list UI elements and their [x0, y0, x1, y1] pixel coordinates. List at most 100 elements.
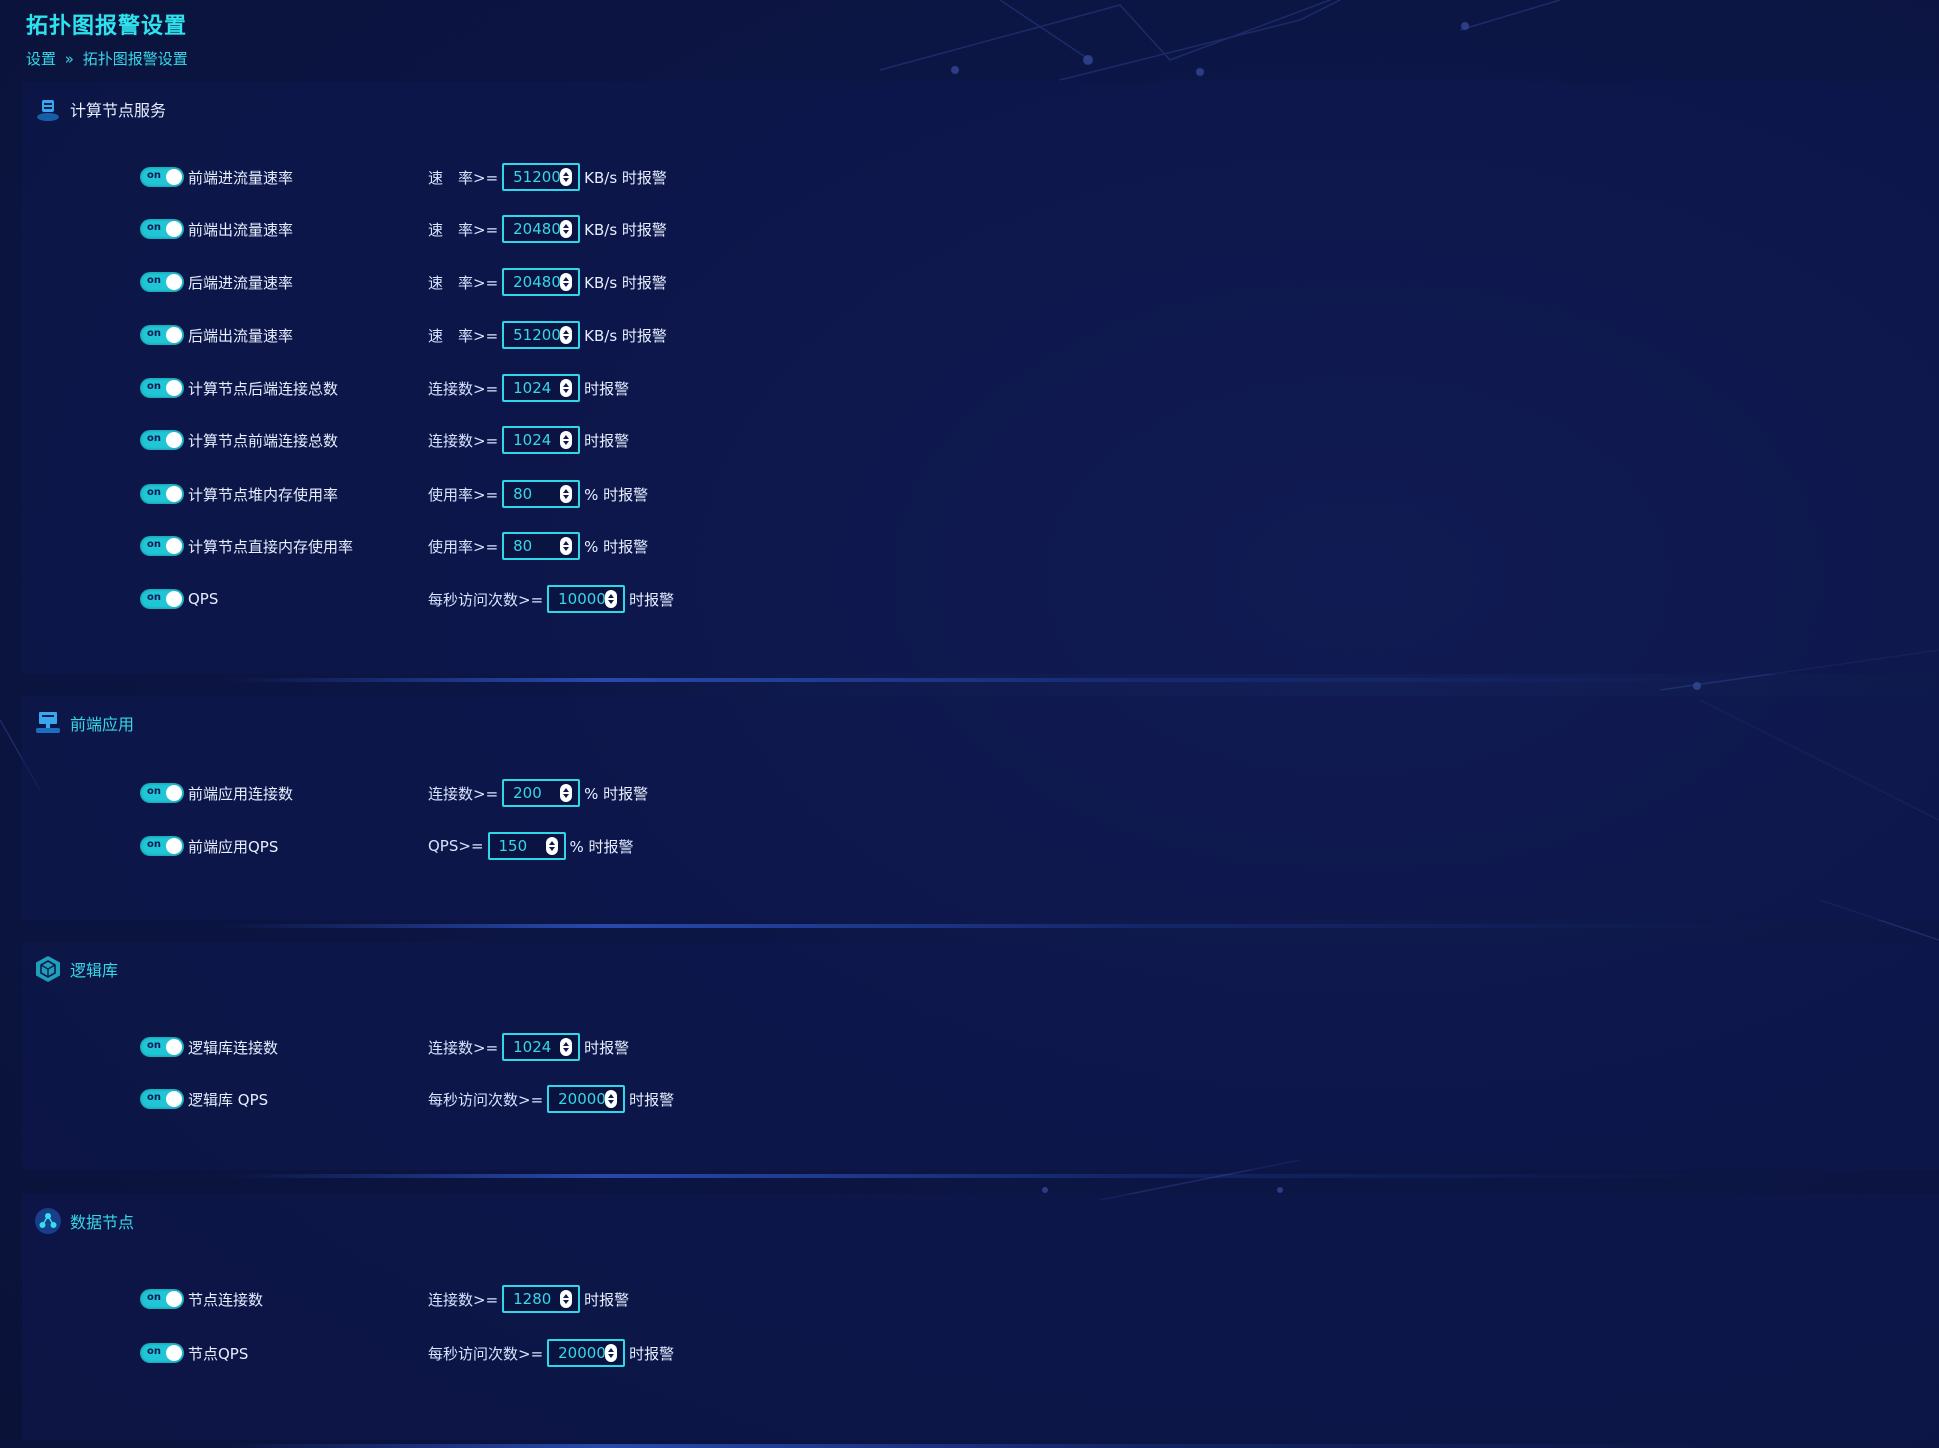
threshold-input[interactable]: 1024 [502, 426, 581, 454]
section-title: 前端应用 [70, 715, 135, 734]
unit-suffix: KB/s 时报警 [584, 168, 667, 187]
spinner-icon[interactable] [560, 485, 573, 503]
alarm-toggle[interactable]: on [140, 272, 184, 292]
section-header: 数据节点 [34, 1206, 134, 1236]
alarm-toggle[interactable]: on [140, 484, 184, 504]
threshold-input[interactable]: 80 [502, 532, 581, 560]
spinner-icon[interactable] [560, 537, 573, 555]
alarm-toggle[interactable]: on [140, 1037, 184, 1057]
unit-suffix: KB/s 时报警 [584, 220, 667, 239]
alarm-toggle[interactable]: on [140, 430, 184, 450]
alarm-toggle[interactable]: on [140, 1289, 184, 1309]
alarm-row-logical-db-qps: on 逻辑库 QPS 每秒访问次数>= 20000 时报警 [140, 1084, 1040, 1114]
threshold-input[interactable]: 1280 [502, 1285, 581, 1313]
spinner-icon[interactable] [605, 590, 618, 608]
row-label: 节点连接数 [188, 1290, 264, 1309]
threshold-input[interactable]: 80 [502, 480, 581, 508]
condition-label: 连接数>= [428, 784, 499, 803]
row-label: 计算节点堆内存使用率 [188, 485, 339, 504]
alarm-row-frontend-app-connections: on 前端应用连接数 连接数>= 200 % 时报警 [140, 778, 1040, 808]
unit-suffix: % 时报警 [584, 784, 649, 803]
alarm-row-node-connections: on 节点连接数 连接数>= 1280 时报警 [140, 1284, 1040, 1314]
breadcrumb-current: 拓扑图报警设置 [82, 50, 188, 68]
row-label: 前端进流量速率 [188, 168, 294, 187]
spinner-icon[interactable] [545, 837, 558, 855]
alarm-row-heap-memory: on 计算节点堆内存使用率 使用率>= 80 % 时报警 [140, 479, 1040, 509]
alarm-row-qps: on QPS 每秒访问次数>= 10000 时报警 [140, 584, 1040, 614]
alarm-row-frontend-connections: on 计算节点前端连接总数 连接数>= 1024 时报警 [140, 425, 1040, 455]
row-label: 计算节点后端连接总数 [188, 379, 339, 398]
server-icon [34, 95, 62, 123]
alarm-toggle[interactable]: on [140, 378, 184, 398]
unit-suffix: 时报警 [584, 1290, 630, 1309]
alarm-row-frontend-out-rate: on 前端出流量速率 速 率>= 20480 KB/s 时报警 [140, 214, 1040, 244]
condition-label: 每秒访问次数>= [428, 1090, 544, 1109]
alarm-toggle[interactable]: on [140, 325, 184, 345]
condition-label: 速 率>= [428, 220, 499, 239]
alarm-toggle[interactable]: on [140, 836, 184, 856]
spinner-icon[interactable] [605, 1344, 618, 1362]
unit-suffix: % 时报警 [569, 837, 634, 856]
row-label: 前端出流量速率 [188, 220, 294, 239]
row-label: 节点QPS [188, 1344, 249, 1363]
threshold-input[interactable]: 20480 [502, 215, 581, 243]
condition-label: 使用率>= [428, 537, 499, 556]
row-label: 逻辑库连接数 [188, 1038, 279, 1057]
threshold-input[interactable]: 1024 [502, 1033, 581, 1061]
alarm-toggle[interactable]: on [140, 589, 184, 609]
spinner-icon[interactable] [605, 1090, 618, 1108]
threshold-input[interactable]: 150 [487, 832, 566, 860]
unit-suffix: KB/s 时报警 [584, 326, 667, 345]
threshold-input[interactable]: 20000 [547, 1339, 626, 1367]
spinner-icon[interactable] [560, 220, 573, 238]
alarm-toggle[interactable]: on [140, 536, 184, 556]
section-header: 前端应用 [34, 708, 134, 738]
row-label: 计算节点直接内存使用率 [188, 537, 354, 556]
unit-suffix: % 时报警 [584, 485, 649, 504]
unit-suffix: KB/s 时报警 [584, 273, 667, 292]
threshold-input[interactable]: 51200 [502, 321, 581, 349]
spinner-icon[interactable] [560, 326, 573, 344]
threshold-input[interactable]: 51200 [502, 163, 581, 191]
condition-label: 每秒访问次数>= [428, 1344, 544, 1363]
row-label: 后端出流量速率 [188, 326, 294, 345]
threshold-input[interactable]: 20480 [502, 268, 581, 296]
alarm-row-backend-connections: on 计算节点后端连接总数 连接数>= 1024 时报警 [140, 373, 1040, 403]
condition-label: 连接数>= [428, 1290, 499, 1309]
spinner-icon[interactable] [560, 379, 573, 397]
condition-label: QPS>= [428, 837, 484, 855]
alarm-row-frontend-app-qps: on 前端应用QPS QPS>= 150 % 时报警 [140, 831, 1040, 861]
alarm-toggle[interactable]: on [140, 219, 184, 239]
section-header: 计算节点服务 [34, 94, 166, 124]
section-title: 逻辑库 [70, 961, 119, 980]
row-label: 后端进流量速率 [188, 273, 294, 292]
section-compute-node-service: 计算节点服务 on 前端进流量速率 速 率>= 51200 KB/s 时报警 o… [22, 82, 1939, 682]
alarm-toggle[interactable]: on [140, 1343, 184, 1363]
threshold-input[interactable]: 1024 [502, 374, 581, 402]
threshold-input[interactable]: 20000 [547, 1085, 626, 1113]
spinner-icon[interactable] [560, 168, 573, 186]
section-title: 计算节点服务 [70, 101, 167, 120]
monitor-icon [34, 709, 62, 737]
alarm-toggle[interactable]: on [140, 783, 184, 803]
unit-suffix: 时报警 [584, 1038, 630, 1057]
section-logical-database: 逻辑库 on 逻辑库连接数 连接数>= 1024 时报警 on 逻辑库 QPS … [22, 942, 1939, 1178]
threshold-input[interactable]: 200 [502, 779, 581, 807]
condition-label: 连接数>= [428, 379, 499, 398]
unit-suffix: % 时报警 [584, 537, 649, 556]
alarm-row-frontend-in-rate: on 前端进流量速率 速 率>= 51200 KB/s 时报警 [140, 162, 1040, 192]
alarm-toggle[interactable]: on [140, 167, 184, 187]
unit-suffix: 时报警 [584, 431, 630, 450]
condition-label: 使用率>= [428, 485, 499, 504]
breadcrumb: 设置 » 拓扑图报警设置 [26, 48, 188, 69]
threshold-input[interactable]: 10000 [547, 585, 626, 613]
spinner-icon[interactable] [560, 1038, 573, 1056]
alarm-row-backend-out-rate: on 后端出流量速率 速 率>= 51200 KB/s 时报警 [140, 320, 1040, 350]
spinner-icon[interactable] [560, 431, 573, 449]
unit-suffix: 时报警 [629, 1090, 675, 1109]
spinner-icon[interactable] [560, 273, 573, 291]
breadcrumb-settings-link[interactable]: 设置 [26, 50, 56, 68]
spinner-icon[interactable] [560, 1290, 573, 1308]
spinner-icon[interactable] [560, 784, 573, 802]
alarm-toggle[interactable]: on [140, 1089, 184, 1109]
